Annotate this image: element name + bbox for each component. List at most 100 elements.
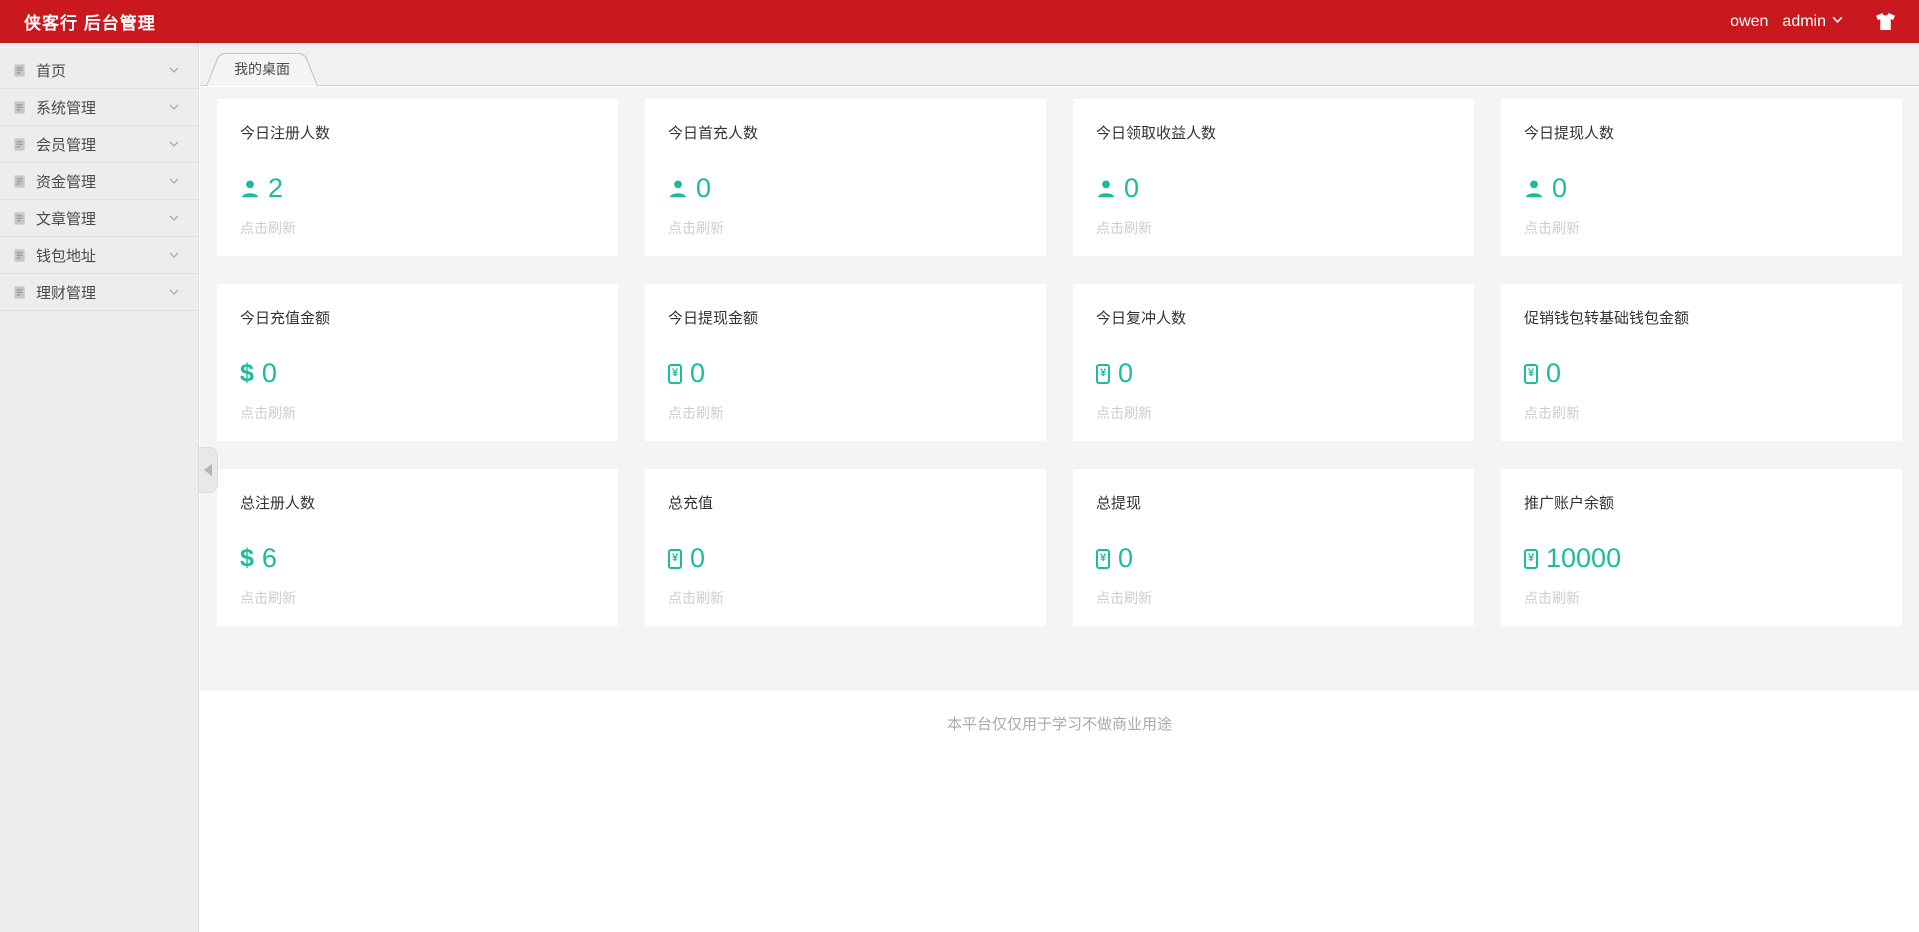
refresh-link[interactable]: 点击刷新 [668, 403, 724, 423]
stat-card-today-registered: 今日注册人数 2 点击刷新 [217, 99, 618, 256]
card-title: 今日充值金额 [240, 310, 331, 327]
bill-icon: ¥ [1524, 363, 1538, 384]
footer: 本平台仅仅用于学习不做商业用途 [200, 691, 1919, 932]
card-value: ¥ 0 [668, 545, 705, 572]
refresh-link[interactable]: 点击刷新 [1524, 218, 1580, 238]
card-title: 今日提现金额 [668, 310, 759, 327]
stat-card-grid: 今日注册人数 2 点击刷新 今日首充人数 0 点击刷新 今日领取收益人数 0 点… [217, 99, 1902, 626]
refresh-link[interactable]: 点击刷新 [240, 588, 296, 608]
document-icon [12, 63, 27, 78]
card-title: 促销钱包转基础钱包金额 [1524, 310, 1690, 327]
dollar-icon: $ [240, 359, 254, 387]
card-number: 0 [690, 543, 706, 573]
person-icon [240, 179, 260, 199]
stat-card-today-withdraw-amount: 今日提现金额 ¥ 0 点击刷新 [645, 284, 1046, 441]
tab-my-desktop[interactable]: 我的桌面 [206, 53, 318, 86]
admin-dashboard: 侠客行 后台管理 owen admin 首页 系统管理 会员管理 资金管理 文章… [0, 0, 1919, 932]
chevron-down-icon [168, 249, 180, 261]
card-value: $ 6 [240, 545, 277, 572]
bill-icon: ¥ [1524, 548, 1538, 569]
bill-icon: ¥ [1096, 363, 1110, 384]
card-number: 0 [1118, 358, 1134, 388]
sidebar-item-wallet-address[interactable]: 钱包地址 [0, 237, 198, 274]
card-title: 今日提现人数 [1524, 125, 1615, 142]
document-icon [12, 174, 27, 189]
refresh-link[interactable]: 点击刷新 [668, 588, 724, 608]
stat-card-total-withdraw: 总提现 ¥ 0 点击刷新 [1073, 469, 1474, 626]
user-menu-label: admin [1782, 12, 1826, 30]
document-icon [12, 248, 27, 263]
card-number: 0 [1546, 358, 1562, 388]
user-menu[interactable]: admin [1782, 13, 1844, 31]
card-title: 今日复冲人数 [1096, 310, 1187, 327]
stat-card-total-recharge: 总充值 ¥ 0 点击刷新 [645, 469, 1046, 626]
bill-icon: ¥ [668, 363, 682, 384]
chevron-down-icon [168, 138, 180, 150]
card-number: 2 [268, 173, 284, 203]
sidebar-item-articles[interactable]: 文章管理 [0, 200, 198, 237]
tab-label: 我的桌面 [234, 61, 290, 77]
top-bar-right: owen admin [1730, 12, 1897, 31]
sidebar-item-label: 理财管理 [36, 284, 97, 302]
person-icon [668, 179, 688, 199]
chevron-down-icon [168, 64, 180, 76]
card-number: 0 [1124, 173, 1140, 203]
stat-card-total-registered: 总注册人数 $ 6 点击刷新 [217, 469, 618, 626]
username-link[interactable]: owen [1730, 13, 1768, 31]
refresh-link[interactable]: 点击刷新 [668, 218, 724, 238]
sidebar-item-members[interactable]: 会员管理 [0, 126, 198, 163]
document-icon [12, 211, 27, 226]
card-value: 0 [668, 175, 711, 202]
triangle-left-icon [204, 464, 212, 476]
stat-card-promo-transfer-amount: 促销钱包转基础钱包金额 ¥ 0 点击刷新 [1501, 284, 1902, 441]
stat-card-today-income-claimers: 今日领取收益人数 0 点击刷新 [1073, 99, 1474, 256]
sidebar-item-label: 资金管理 [36, 173, 97, 191]
tab-bar: 我的桌面 [200, 43, 1919, 86]
card-value: ¥ 10000 [1524, 545, 1621, 572]
document-icon [12, 285, 27, 300]
sidebar-item-label: 会员管理 [36, 136, 97, 154]
caret-down-icon [1831, 13, 1844, 31]
refresh-link[interactable]: 点击刷新 [1096, 588, 1152, 608]
sidebar-item-label: 钱包地址 [36, 247, 97, 265]
card-number: 0 [1552, 173, 1568, 203]
card-number: 0 [696, 173, 712, 203]
bill-icon: ¥ [668, 548, 682, 569]
document-icon [12, 137, 27, 152]
card-value: $ 0 [240, 360, 277, 387]
refresh-link[interactable]: 点击刷新 [240, 218, 296, 238]
refresh-link[interactable]: 点击刷新 [1096, 403, 1152, 423]
refresh-link[interactable]: 点击刷新 [1524, 588, 1580, 608]
card-title: 总提现 [1096, 495, 1142, 512]
sidebar-item-home[interactable]: 首页 [0, 52, 198, 89]
card-title: 今日首充人数 [668, 125, 759, 142]
sidebar-item-finance[interactable]: 理财管理 [0, 274, 198, 311]
sidebar-item-label: 首页 [36, 62, 67, 80]
refresh-link[interactable]: 点击刷新 [1096, 218, 1152, 238]
sidebar-item-funds[interactable]: 资金管理 [0, 163, 198, 200]
refresh-link[interactable]: 点击刷新 [240, 403, 296, 423]
sidebar-item-label: 文章管理 [36, 210, 97, 228]
chevron-down-icon [168, 286, 180, 298]
stat-card-today-recharge-again: 今日复冲人数 ¥ 0 点击刷新 [1073, 284, 1474, 441]
card-number: 0 [690, 358, 706, 388]
footer-note: 本平台仅仅用于学习不做商业用途 [946, 716, 1172, 733]
card-number: 10000 [1546, 543, 1622, 573]
stat-card-today-recharge-amount: 今日充值金额 $ 0 点击刷新 [217, 284, 618, 441]
sidebar-nav: 首页 系统管理 会员管理 资金管理 文章管理 钱包地址 理财管理 [0, 43, 199, 932]
card-value: ¥ 0 [1096, 545, 1133, 572]
card-number: 6 [261, 543, 277, 573]
card-value: 0 [1096, 175, 1139, 202]
dashboard-content: 今日注册人数 2 点击刷新 今日首充人数 0 点击刷新 今日领取收益人数 0 点… [200, 87, 1919, 691]
skin-shirt-icon[interactable] [1874, 12, 1897, 31]
card-title: 推广账户余额 [1524, 495, 1615, 512]
refresh-link[interactable]: 点击刷新 [1524, 403, 1580, 423]
sidebar-item-system[interactable]: 系统管理 [0, 89, 198, 126]
card-title: 今日注册人数 [240, 125, 331, 142]
person-icon [1524, 179, 1544, 199]
top-bar: 侠客行 后台管理 owen admin [0, 0, 1919, 43]
card-title: 今日领取收益人数 [1096, 125, 1217, 142]
stat-card-today-first-charge: 今日首充人数 0 点击刷新 [645, 99, 1046, 256]
sidebar-collapse-handle[interactable] [199, 447, 218, 493]
stat-card-promo-account-balance: 推广账户余额 ¥ 10000 点击刷新 [1501, 469, 1902, 626]
